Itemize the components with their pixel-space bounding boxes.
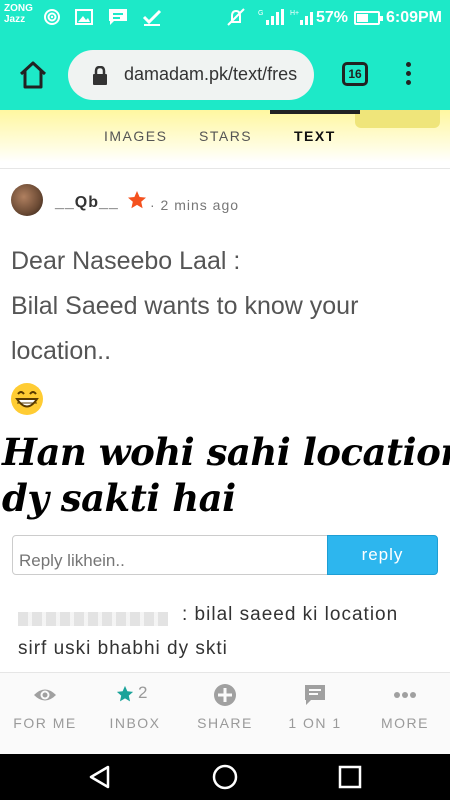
signal-icon-2: H+ xyxy=(290,10,313,25)
address-bar[interactable]: damadam.pk/text/fres xyxy=(68,50,314,100)
reply-input[interactable] xyxy=(12,535,328,575)
home-circle-icon[interactable] xyxy=(211,763,239,791)
inbox-count-badge: 2 xyxy=(138,683,148,702)
nav-for-me[interactable]: FOR ME xyxy=(0,673,90,755)
recents-icon[interactable] xyxy=(336,763,364,791)
signal-icon: G xyxy=(258,9,284,25)
comment-text-line: sirf uski bhabhi dy skti xyxy=(18,638,228,659)
nav-share[interactable]: SHARE xyxy=(180,673,270,755)
battery-fill xyxy=(356,14,369,22)
nav-1-on-1[interactable]: 1 ON 1 xyxy=(270,673,360,755)
back-icon[interactable] xyxy=(86,763,114,791)
grinning-face-icon xyxy=(11,383,43,415)
overlay-caption-line1: Han wohi sahi location xyxy=(2,430,450,474)
tab-images[interactable]: IMAGES xyxy=(104,128,167,144)
nav-label: INBOX xyxy=(109,715,161,731)
system-navigation-bar xyxy=(0,754,450,800)
check-icon xyxy=(142,9,162,26)
carrier-line1: ZONG xyxy=(4,3,33,14)
tab-strip-decoration xyxy=(355,110,440,128)
post-text-line: location.. xyxy=(11,337,112,365)
post-text-line: Dear Naseebo Laal : xyxy=(11,247,241,275)
tab-text[interactable]: TEXT xyxy=(294,128,336,144)
browser-toolbar: damadam.pk/text/fres 16 xyxy=(0,38,450,110)
bottom-navigation: FOR ME 2 INBOX SHARE 1 ON 1 MORE xyxy=(0,672,450,754)
star-icon xyxy=(116,685,134,702)
carrier-line2: Jazz xyxy=(4,14,26,25)
overlay-caption-line2: dy sakti hai xyxy=(2,476,236,520)
eye-icon xyxy=(34,689,56,701)
menu-icon[interactable] xyxy=(403,60,413,90)
clock: 6:09PM xyxy=(385,9,442,26)
nav-more[interactable]: MORE xyxy=(360,673,450,755)
post-timestamp: · 2 mins ago xyxy=(150,197,240,213)
chat-icon xyxy=(305,685,325,705)
avatar[interactable] xyxy=(11,184,43,216)
divider xyxy=(0,168,450,169)
category-tabs: IMAGES STARS TEXT xyxy=(0,110,450,162)
tab-switcher-button[interactable]: 16 xyxy=(342,62,368,86)
nav-label: SHARE xyxy=(197,715,253,731)
hotspot-icon xyxy=(44,9,60,25)
active-tab-indicator xyxy=(270,110,360,114)
battery-icon xyxy=(353,11,383,25)
nav-label: FOR ME xyxy=(13,715,77,731)
svg-text:G: G xyxy=(258,10,263,17)
reply-button[interactable]: reply xyxy=(327,535,438,575)
redacted-username xyxy=(18,612,168,626)
message-icon xyxy=(109,9,127,25)
nav-label: MORE xyxy=(381,715,429,731)
carrier-label: ZONG Jazz xyxy=(4,3,33,25)
comment-text-line: : bilal saeed ki location xyxy=(182,604,399,625)
tab-stars[interactable]: STARS xyxy=(199,128,252,144)
post-username[interactable]: __Qb__ xyxy=(55,194,119,212)
nav-inbox[interactable]: 2 INBOX xyxy=(90,673,180,755)
plus-circle-icon xyxy=(214,684,236,706)
status-bar: ZONG Jazz G H+ 57% 6:09PM xyxy=(0,0,450,38)
nav-label: 1 ON 1 xyxy=(288,715,342,731)
post-text-line: Bilal Saeed wants to know your xyxy=(11,292,359,320)
url-text: damadam.pk/text/fres xyxy=(124,64,298,84)
battery-percent: 57% xyxy=(315,9,348,26)
status-right: 57% 6:09PM xyxy=(316,9,442,27)
mute-icon xyxy=(227,8,245,26)
home-icon[interactable] xyxy=(18,60,48,90)
svg-text:H+: H+ xyxy=(290,10,299,17)
more-dots-icon xyxy=(394,692,416,698)
lock-icon xyxy=(93,66,107,85)
star-icon xyxy=(128,191,146,209)
gallery-icon xyxy=(75,9,93,25)
